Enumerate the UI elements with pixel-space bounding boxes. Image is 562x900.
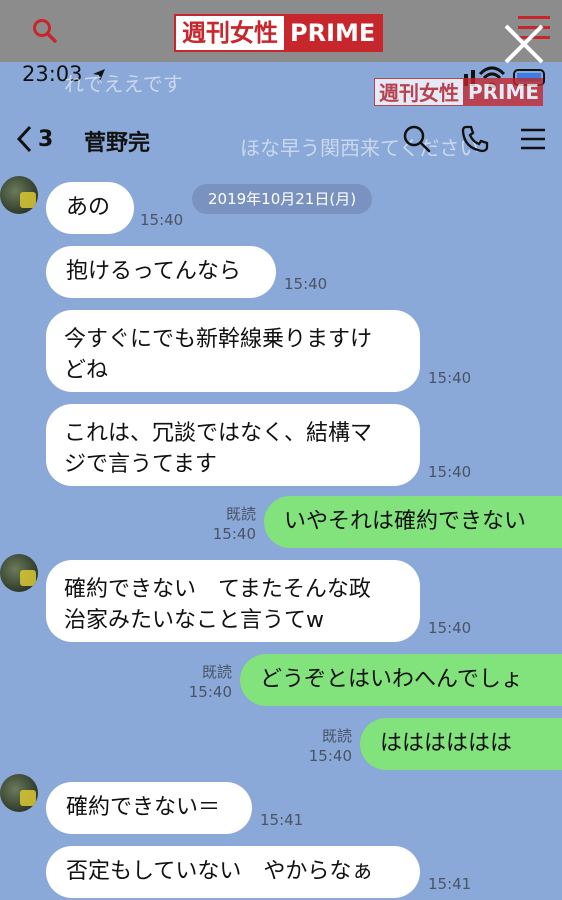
avatar[interactable]	[0, 176, 38, 214]
message-time: 15:40	[212, 525, 256, 543]
message-time: 15:40	[308, 747, 352, 765]
read-receipt: 既読 15:40	[206, 504, 256, 544]
message-bubble-outgoing[interactable]: どうぞとはいわへんでしょ	[240, 654, 562, 706]
site-logo[interactable]: 週刊女性 PRIME	[174, 14, 384, 52]
message-time: 15:40	[428, 369, 472, 387]
logo-jp-text: 週刊女性	[182, 19, 278, 47]
back-button[interactable]: 3	[16, 122, 53, 156]
message-line: 今すぐにでも新幹線乗りますけ	[64, 327, 373, 352]
message-line: ジで言うてます	[64, 452, 217, 477]
message-line: これは、冗談ではなく、結構マ	[64, 421, 373, 446]
message-line: どね	[64, 358, 109, 383]
message-bubble[interactable]: 確約できない てまたそんな政 治家みたいなこと言うてw	[46, 560, 420, 642]
read-label: 既読	[225, 505, 256, 523]
search-icon[interactable]	[402, 124, 432, 154]
message-bubble[interactable]: これは、冗談ではなく、結構マ ジで言うてます	[46, 404, 420, 486]
avatar[interactable]	[0, 774, 38, 812]
message-line: 確約できない てまたそんな政	[64, 577, 371, 602]
message-time: 15:41	[260, 811, 304, 829]
watermark-jp: 週刊女性	[374, 78, 464, 106]
message-bubble-outgoing[interactable]: いやそれは確約できない	[264, 496, 562, 548]
read-label: 既読	[321, 727, 352, 745]
message-time: 15:41	[428, 875, 472, 893]
message-time: 15:40	[428, 463, 472, 481]
phone-icon[interactable]	[460, 124, 490, 154]
read-label: 既読	[201, 663, 232, 681]
chat-header: 3 菅野完	[0, 110, 562, 168]
logo-en-text: PRIME	[284, 16, 382, 50]
message-time: 15:40	[428, 619, 472, 637]
chevron-left-icon	[16, 125, 32, 153]
message-bubble[interactable]: 抱けるってんなら	[46, 246, 276, 298]
read-receipt: 既読 15:40	[180, 662, 232, 702]
search-icon[interactable]	[32, 18, 58, 44]
watermark-en: PRIME	[464, 78, 544, 106]
unread-count: 3	[38, 126, 54, 152]
read-receipt: 既読 15:40	[300, 726, 352, 766]
message-line: 治家みたいなこと言うてw	[64, 608, 324, 633]
message-bubble[interactable]: あの	[46, 182, 134, 234]
message-bubble-outgoing[interactable]: はははははは	[360, 718, 562, 770]
ghost-message-1: れでええです	[64, 72, 183, 96]
message-bubble[interactable]: 否定もしていない やからなぁ	[46, 846, 420, 898]
close-icon[interactable]	[500, 20, 548, 68]
site-header-bar: 週刊女性 PRIME	[0, 0, 562, 62]
message-time: 15:40	[140, 211, 184, 229]
message-time: 15:40	[188, 683, 232, 701]
message-bubble[interactable]: 今すぐにでも新幹線乗りますけ どね	[46, 310, 420, 392]
date-divider: 2019年10月21日(月)	[192, 184, 373, 214]
menu-icon[interactable]	[518, 124, 548, 154]
message-time: 15:40	[284, 275, 328, 293]
chat-title: 菅野完	[84, 131, 151, 156]
watermark-logo: 週刊女性 PRIME	[374, 78, 544, 106]
message-bubble[interactable]: 確約できない＝	[46, 782, 252, 834]
avatar[interactable]	[0, 554, 38, 592]
